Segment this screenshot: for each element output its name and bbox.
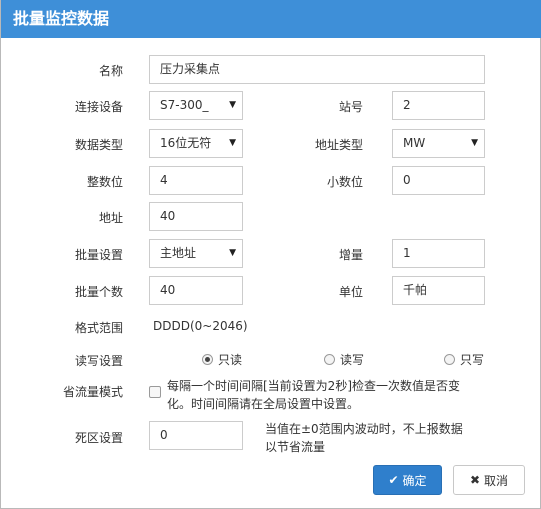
address-input[interactable]: 40	[149, 202, 243, 231]
save-mode-checkbox[interactable]	[149, 386, 161, 398]
rw-option-readwrite-label: 读写	[340, 353, 365, 367]
int-digits-input[interactable]: 4	[149, 166, 243, 195]
data-type-label: 数据类型	[74, 138, 123, 152]
batch-count-label: 批量个数	[74, 285, 123, 299]
radio-unchecked-icon	[444, 354, 455, 365]
chevron-down-icon: ▼	[229, 100, 236, 110]
deadband-description-line1: 当值在±0范围内波动时，不上报数据	[265, 422, 463, 436]
radio-checked-icon	[202, 354, 213, 365]
address-label: 地址	[98, 211, 123, 225]
increment-input[interactable]: 1	[392, 239, 485, 268]
chevron-down-icon: ▼	[471, 138, 478, 148]
save-mode-description-line1: 每隔一个时间间隔[当前设置为2秒]检查一次数值是否变	[167, 379, 461, 393]
batch-setting-select-value: 主地址	[160, 246, 197, 260]
data-type-select[interactable]: 16位无符 ▼	[149, 129, 243, 158]
unit-label: 单位	[338, 285, 363, 299]
check-icon: ✔	[388, 473, 399, 487]
cancel-button[interactable]: ✖ 取消	[453, 465, 525, 495]
batch-monitor-dialog: 批量监控数据 名称 压力采集点 连接设备 S7-300_ ▼ 站号 2 数据类型…	[0, 0, 541, 509]
device-select-value: S7-300_	[160, 98, 209, 112]
deadband-description: 当值在±0范围内波动时，不上报数据 以节省流量	[265, 420, 535, 456]
save-mode-description-line2: 化。时间间隔请在全局设置中设置。	[167, 397, 360, 411]
address-type-select[interactable]: MW ▼	[392, 129, 485, 158]
batch-count-input[interactable]: 40	[149, 276, 243, 305]
chevron-down-icon: ▼	[229, 138, 236, 148]
save-mode-description: 每隔一个时间间隔[当前设置为2秒]检查一次数值是否变 化。时间间隔请在全局设置中…	[167, 377, 527, 413]
ok-button[interactable]: ✔ 确定	[373, 465, 442, 495]
rw-label: 读写设置	[74, 354, 123, 368]
close-icon: ✖	[469, 473, 481, 487]
name-label: 名称	[98, 64, 123, 78]
deadband-input[interactable]: 0	[149, 421, 243, 450]
radio-unchecked-icon	[324, 354, 335, 365]
increment-label: 增量	[338, 248, 363, 262]
station-input[interactable]: 2	[392, 91, 485, 120]
batch-setting-label: 批量设置	[74, 248, 123, 262]
dialog-title: 批量监控数据	[1, 0, 541, 38]
name-input[interactable]: 压力采集点	[149, 55, 485, 84]
device-label: 连接设备	[74, 100, 123, 114]
cancel-button-label: 取消	[484, 473, 509, 488]
deadband-description-line2: 以节省流量	[265, 440, 326, 454]
int-digits-label: 整数位	[86, 175, 123, 189]
address-type-label: 地址类型	[314, 138, 363, 152]
dec-digits-label: 小数位	[326, 175, 363, 189]
address-type-select-value: MW	[403, 136, 426, 150]
device-select[interactable]: S7-300_ ▼	[149, 91, 243, 120]
rw-option-readonly-label: 只读	[218, 353, 243, 367]
rw-option-writeonly-label: 只写	[460, 353, 485, 367]
chevron-down-icon: ▼	[229, 248, 236, 258]
rw-option-readonly[interactable]: 只读	[202, 351, 242, 368]
batch-setting-select[interactable]: 主地址 ▼	[149, 239, 243, 268]
ok-button-label: 确定	[402, 473, 427, 488]
deadband-label: 死区设置	[74, 431, 123, 445]
save-mode-label: 省流量模式	[62, 385, 123, 399]
data-type-select-value: 16位无符	[160, 136, 212, 150]
format-range-value: DDDD(0~2046)	[153, 319, 248, 333]
station-label: 站号	[338, 100, 363, 114]
unit-input[interactable]: 千帕	[392, 276, 485, 305]
dec-digits-input[interactable]: 0	[392, 166, 485, 195]
rw-option-readwrite[interactable]: 读写	[324, 351, 364, 368]
format-range-label: 格式范围	[74, 321, 123, 335]
rw-option-writeonly[interactable]: 只写	[444, 351, 484, 368]
